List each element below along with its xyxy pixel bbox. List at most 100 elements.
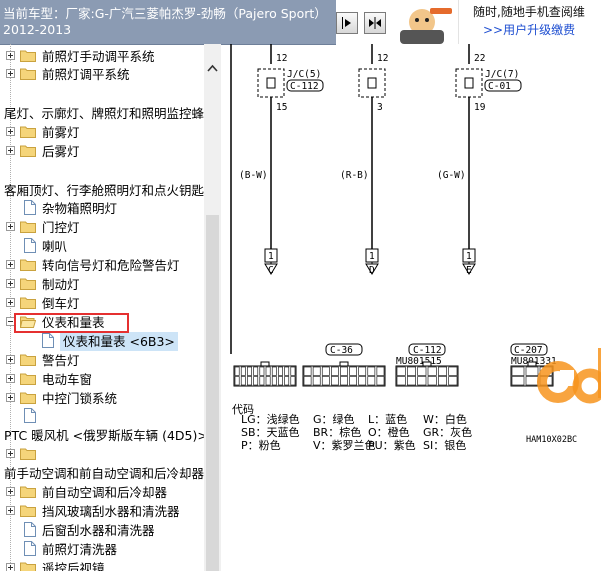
connector-name: C-01 [488, 81, 511, 92]
connector-pin [417, 366, 427, 376]
expand-plus-icon[interactable] [6, 449, 15, 458]
document-icon [24, 238, 36, 253]
junction-name: J/C(5) [287, 69, 321, 80]
expand-plus-icon[interactable] [6, 298, 15, 307]
connector-pin [331, 366, 339, 376]
connector-pin [358, 366, 367, 376]
connector-pin [271, 366, 277, 376]
wiring-diagram: 12 15 J/C(5) C-112 (B-W) 1 C 12 3 (R-B) 1 D 22 19 J/C(… [226, 44, 601, 571]
fit-button[interactable] [364, 12, 386, 34]
document-icon [24, 541, 36, 556]
folder-icon [20, 373, 36, 385]
folder-icon [20, 68, 36, 80]
document-icon [42, 333, 54, 348]
figure-code: HAM10X02BC [526, 435, 578, 445]
arrow-right-icon [342, 17, 351, 29]
expand-plus-icon[interactable] [6, 51, 15, 60]
scroll-thumb[interactable] [206, 215, 219, 571]
connector-label: C-112 [413, 345, 442, 356]
junction-connector [464, 77, 474, 89]
connector-pin [284, 366, 290, 376]
connector-pin [234, 366, 240, 376]
car-model-label: 当前车型：厂家:G-广汽三菱帕杰罗-劲畅（Pajero Sport）2012-2… [3, 6, 321, 37]
connector-pin [349, 376, 357, 386]
scroll-up-button[interactable] [204, 60, 221, 78]
connector-pin [240, 376, 246, 386]
connector-pin [290, 376, 296, 386]
wire-color-code: (B-W) [239, 170, 268, 181]
connector-pin [234, 376, 240, 386]
red-highlight-box [14, 313, 129, 333]
expand-plus-icon[interactable] [6, 374, 15, 383]
navigation-tree[interactable]: 前照灯手动调平系统 前照灯调平系统尾灯、示廓灯、牌照灯和照明监控蜂前雾灯后雾灯客厢… [0, 44, 205, 571]
tree-item-label: 前自动空调和后冷却器 [42, 485, 168, 500]
folder-icon [20, 486, 36, 498]
connector-pin [312, 376, 321, 386]
connector-pin [278, 376, 283, 386]
tree-item-label: 客厢顶灯、行李舱照明灯和点火钥匙 [4, 183, 205, 198]
circuit-drawing: 1215J/C(5)C-112(B-W)1C123(R-B)1D2219J/C(… [230, 44, 557, 387]
mechanic-logo [392, 0, 458, 44]
connector-pin [321, 366, 330, 376]
tree-item-label: 门控灯 [42, 220, 80, 235]
connector-name: C-112 [290, 81, 319, 92]
wire-top-pin: 22 [474, 53, 485, 64]
folder-icon [20, 145, 36, 157]
folder-icon [20, 221, 36, 233]
tree-item-label: 后雾灯 [42, 144, 80, 159]
folder-icon [20, 259, 36, 271]
expand-plus-icon[interactable] [6, 146, 15, 155]
expand-plus-icon[interactable] [6, 393, 15, 402]
document-icon [24, 200, 36, 215]
promo-banner[interactable]: 随时,随地手机查阅维 >>用户升级缴费 [458, 0, 601, 44]
terminal-ref: D [369, 265, 375, 276]
connector-pin [427, 366, 437, 376]
wire-top-pin: 12 [276, 53, 287, 64]
expand-plus-icon[interactable] [6, 563, 15, 571]
connector-pin [331, 376, 339, 386]
upgrade-link[interactable]: >>用户升级缴费 [483, 21, 575, 38]
tree-item-label: 尾灯、示廓灯、牌照灯和照明监控蜂 [4, 106, 205, 121]
expand-button[interactable] [336, 12, 358, 34]
connector-pin [253, 366, 259, 376]
expand-plus-icon[interactable] [6, 260, 15, 269]
expand-plus-icon[interactable] [6, 487, 15, 496]
junction-connector [266, 77, 276, 89]
folder-icon [20, 50, 36, 62]
folder-icon [20, 354, 36, 366]
connector-pin [438, 376, 447, 386]
connector-pin [438, 366, 447, 376]
expand-plus-icon[interactable] [6, 279, 15, 288]
connector-label: C-36 [330, 345, 353, 356]
wire-color-code: (G-W) [437, 170, 466, 181]
tree-item-label: 前照灯调平系统 [42, 67, 130, 82]
connector-latch [422, 361, 432, 367]
connector-pin [259, 376, 265, 386]
connector-pin [376, 376, 385, 386]
folder-icon [20, 392, 36, 404]
connector-pin [290, 366, 296, 376]
tree-item-label: PTC 暖风机 <俄罗斯版车辆 (4D5)> [4, 428, 205, 443]
connector-pin [340, 366, 348, 376]
folder-icon [20, 448, 36, 460]
expand-plus-icon[interactable] [6, 127, 15, 136]
tree-item-label: 前雾灯 [42, 125, 80, 140]
wire-color-code: (R-B) [340, 170, 369, 181]
mechanic-icon [400, 8, 452, 44]
header-bar: 当前车型：厂家:G-广汽三菱帕杰罗-劲畅（Pajero Sport）2012-2… [0, 0, 601, 45]
expand-plus-icon[interactable] [6, 506, 15, 515]
connector-pin [278, 366, 283, 376]
connector-pin [247, 366, 252, 376]
folder-icon [20, 297, 36, 309]
expand-plus-icon[interactable] [6, 69, 15, 78]
wire-bottom-pin: 19 [474, 102, 486, 113]
chevron-up-icon [207, 64, 218, 72]
expand-plus-icon[interactable] [6, 222, 15, 231]
document-icon [24, 522, 36, 537]
connector-pin [376, 366, 385, 376]
expand-plus-icon[interactable] [6, 355, 15, 364]
tree-item-label: 前照灯手动调平系统 [42, 49, 155, 64]
connector-pin [367, 376, 376, 386]
wire-top-pin: 12 [377, 53, 388, 64]
tree-item-label: 前照灯清洗器 [42, 542, 118, 557]
